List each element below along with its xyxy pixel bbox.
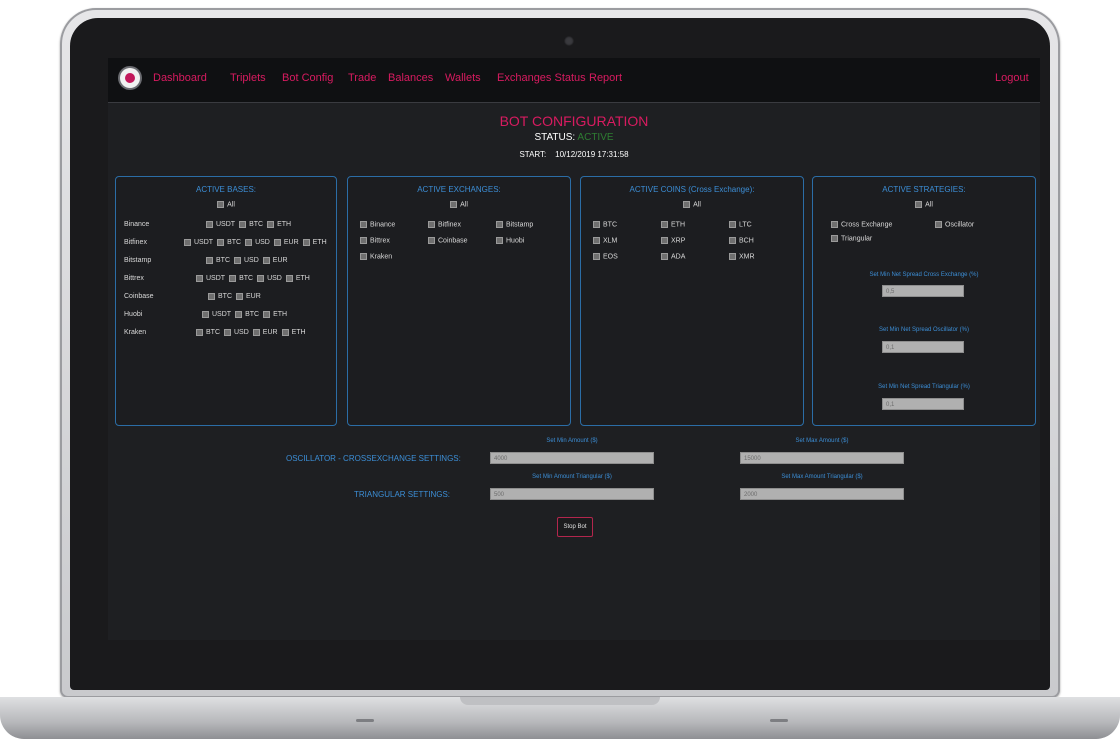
exchange-checkbox[interactable]: Binance	[360, 221, 395, 228]
nav-trade[interactable]: Trade	[348, 72, 376, 84]
panel-title: ACTIVE EXCHANGES:	[417, 185, 501, 194]
nav-wallets[interactable]: Wallets	[445, 72, 481, 84]
max-amount-label: Set Max Amount ($)	[795, 438, 849, 444]
base-exchange-label: Kraken	[124, 329, 147, 336]
all-label: All	[460, 201, 468, 209]
strategy-checkbox[interactable]: Cross Exchange	[831, 221, 892, 228]
triangular-settings-label: TRIANGULAR SETTINGS:	[354, 490, 451, 499]
coin-checkbox[interactable]: XMR	[729, 253, 755, 260]
base-options-coinbase[interactable]: BTC EUR	[208, 293, 265, 300]
coin-checkbox[interactable]: ADA	[661, 253, 685, 260]
coin-checkbox[interactable]: BTC	[593, 221, 617, 228]
nav-balances[interactable]: Balances	[388, 72, 433, 84]
base-options-huobi[interactable]: USDT BTC ETH	[202, 311, 291, 318]
strategy-checkbox[interactable]: Triangular	[831, 235, 872, 242]
spread-triangular-label: Set Min Net Spread Triangular (%)	[878, 384, 970, 390]
min-amount-input[interactable]: 4000	[490, 452, 654, 464]
app-screen: Dashboard Triplets Bot Config Trade Bala…	[108, 58, 1040, 640]
coin-checkbox[interactable]: XLM	[593, 237, 617, 244]
status-label: STATUS:	[534, 132, 576, 143]
exchange-checkbox[interactable]: Huobi	[496, 237, 524, 244]
active-exchanges-panel: ACTIVE EXCHANGES: All Binance Bitfinex B…	[347, 176, 571, 426]
nav-exchanges-status[interactable]: Exchanges Status	[497, 72, 586, 84]
max-amount-input[interactable]: 15000	[740, 452, 904, 464]
exchange-checkbox[interactable]: Coinbase	[428, 237, 468, 244]
panel-title: ACTIVE STRATEGIES:	[882, 185, 966, 194]
max-triangular-input[interactable]: 2000	[740, 488, 904, 500]
checkbox-icon[interactable]	[683, 201, 691, 208]
min-triangular-input[interactable]: 500	[490, 488, 654, 500]
oscillator-settings-label: OSCILLATOR - CROSSEXCHANGE SETTINGS:	[286, 454, 461, 463]
base-options-bitstamp[interactable]: BTC USD EUR	[206, 257, 292, 264]
exchange-checkbox[interactable]: Bitstamp	[496, 221, 533, 228]
exchange-checkbox[interactable]: Bitfinex	[428, 221, 461, 228]
all-label: All	[693, 201, 701, 209]
checkbox-icon[interactable]	[915, 201, 923, 208]
exchange-checkbox[interactable]: Kraken	[360, 253, 392, 260]
spread-oscillator-input[interactable]: 0,1	[882, 341, 964, 353]
base-options-bittrex[interactable]: USDT BTC USD ETH	[196, 275, 314, 282]
nav-bot-config[interactable]: Bot Config	[282, 72, 333, 84]
min-triangular-label: Set Min Amount Triangular ($)	[532, 474, 612, 480]
active-strategies-panel: ACTIVE STRATEGIES: All Cross Exchange Os…	[812, 176, 1036, 426]
base-options-bitfinex[interactable]: USDT BTC USD EUR ETH	[184, 239, 331, 246]
spread-triangular-input[interactable]: 0,1	[882, 398, 964, 410]
navbar: Dashboard Triplets Bot Config Trade Bala…	[108, 58, 1040, 103]
app-logo-icon[interactable]	[120, 68, 140, 88]
all-checkbox-row[interactable]: All	[116, 201, 336, 208]
spread-cross-label: Set Min Net Spread Cross Exchange (%)	[869, 272, 979, 278]
page-title: BOT CONFIGURATION	[499, 113, 649, 129]
start-value: 10/12/2019 17:31:58	[555, 150, 629, 159]
panel-title: ACTIVE BASES:	[195, 185, 257, 194]
status-value: ACTIVE	[577, 132, 614, 143]
nav-report[interactable]: Report	[589, 72, 622, 84]
checkbox-icon[interactable]	[217, 201, 225, 208]
base-exchange-label: Bittrex	[124, 275, 144, 282]
checkbox-icon[interactable]	[450, 201, 458, 208]
all-label: All	[925, 201, 933, 209]
base-options-kraken[interactable]: BTC USD EUR ETH	[196, 329, 310, 336]
all-label: All	[227, 201, 235, 209]
base-exchange-label: Binance	[124, 221, 150, 228]
coin-checkbox[interactable]: ETH	[661, 221, 685, 228]
max-triangular-label: Set Max Amount Triangular ($)	[781, 474, 863, 480]
laptop-foot	[356, 719, 374, 722]
coin-checkbox[interactable]: EOS	[593, 253, 618, 260]
all-checkbox-row[interactable]: All	[348, 201, 570, 208]
logo-mark	[125, 73, 135, 83]
active-bases-panel: ACTIVE BASES: All Binance USDT BTC ETH Bit…	[115, 176, 337, 426]
start-label: START:	[519, 150, 547, 159]
base-exchange-label: Huobi	[124, 311, 143, 318]
active-coins-panel: ACTIVE COINS (Cross Exchange): All BTC E…	[580, 176, 804, 426]
base-exchange-label: Coinbase	[124, 293, 154, 300]
all-checkbox-row[interactable]: All	[581, 201, 803, 208]
coin-checkbox[interactable]: BCH	[729, 237, 754, 244]
min-amount-label: Set Min Amount ($)	[546, 438, 598, 444]
logout-link[interactable]: Logout	[995, 72, 1029, 84]
coin-checkbox[interactable]: XRP	[661, 237, 685, 244]
laptop-notch	[460, 697, 660, 705]
start-line: START: 10/12/2019 17:31:58	[108, 150, 1040, 159]
nav-dashboard[interactable]: Dashboard	[153, 72, 207, 84]
spread-oscillator-label: Set Min Net Spread Oscillator (%)	[878, 327, 970, 333]
all-checkbox-row[interactable]: All	[813, 201, 1035, 208]
exchange-checkbox[interactable]: Bittrex	[360, 237, 390, 244]
strategy-checkbox[interactable]: Oscillator	[935, 221, 974, 228]
base-options-binance[interactable]: USDT BTC ETH	[206, 221, 295, 228]
camera-icon	[564, 36, 574, 46]
coin-checkbox[interactable]: LTC	[729, 221, 752, 228]
base-exchange-label: Bitstamp	[124, 257, 152, 264]
panel-title: ACTIVE COINS (Cross Exchange):	[629, 185, 755, 194]
base-exchange-label: Bitfinex	[124, 239, 147, 246]
spread-cross-input[interactable]: 0,5	[882, 285, 964, 297]
laptop-foot	[770, 719, 788, 722]
nav-triplets[interactable]: Triplets	[230, 72, 266, 84]
status-line: STATUS: ACTIVE	[108, 132, 1040, 143]
stop-bot-button[interactable]: Stop Bot	[557, 517, 593, 537]
